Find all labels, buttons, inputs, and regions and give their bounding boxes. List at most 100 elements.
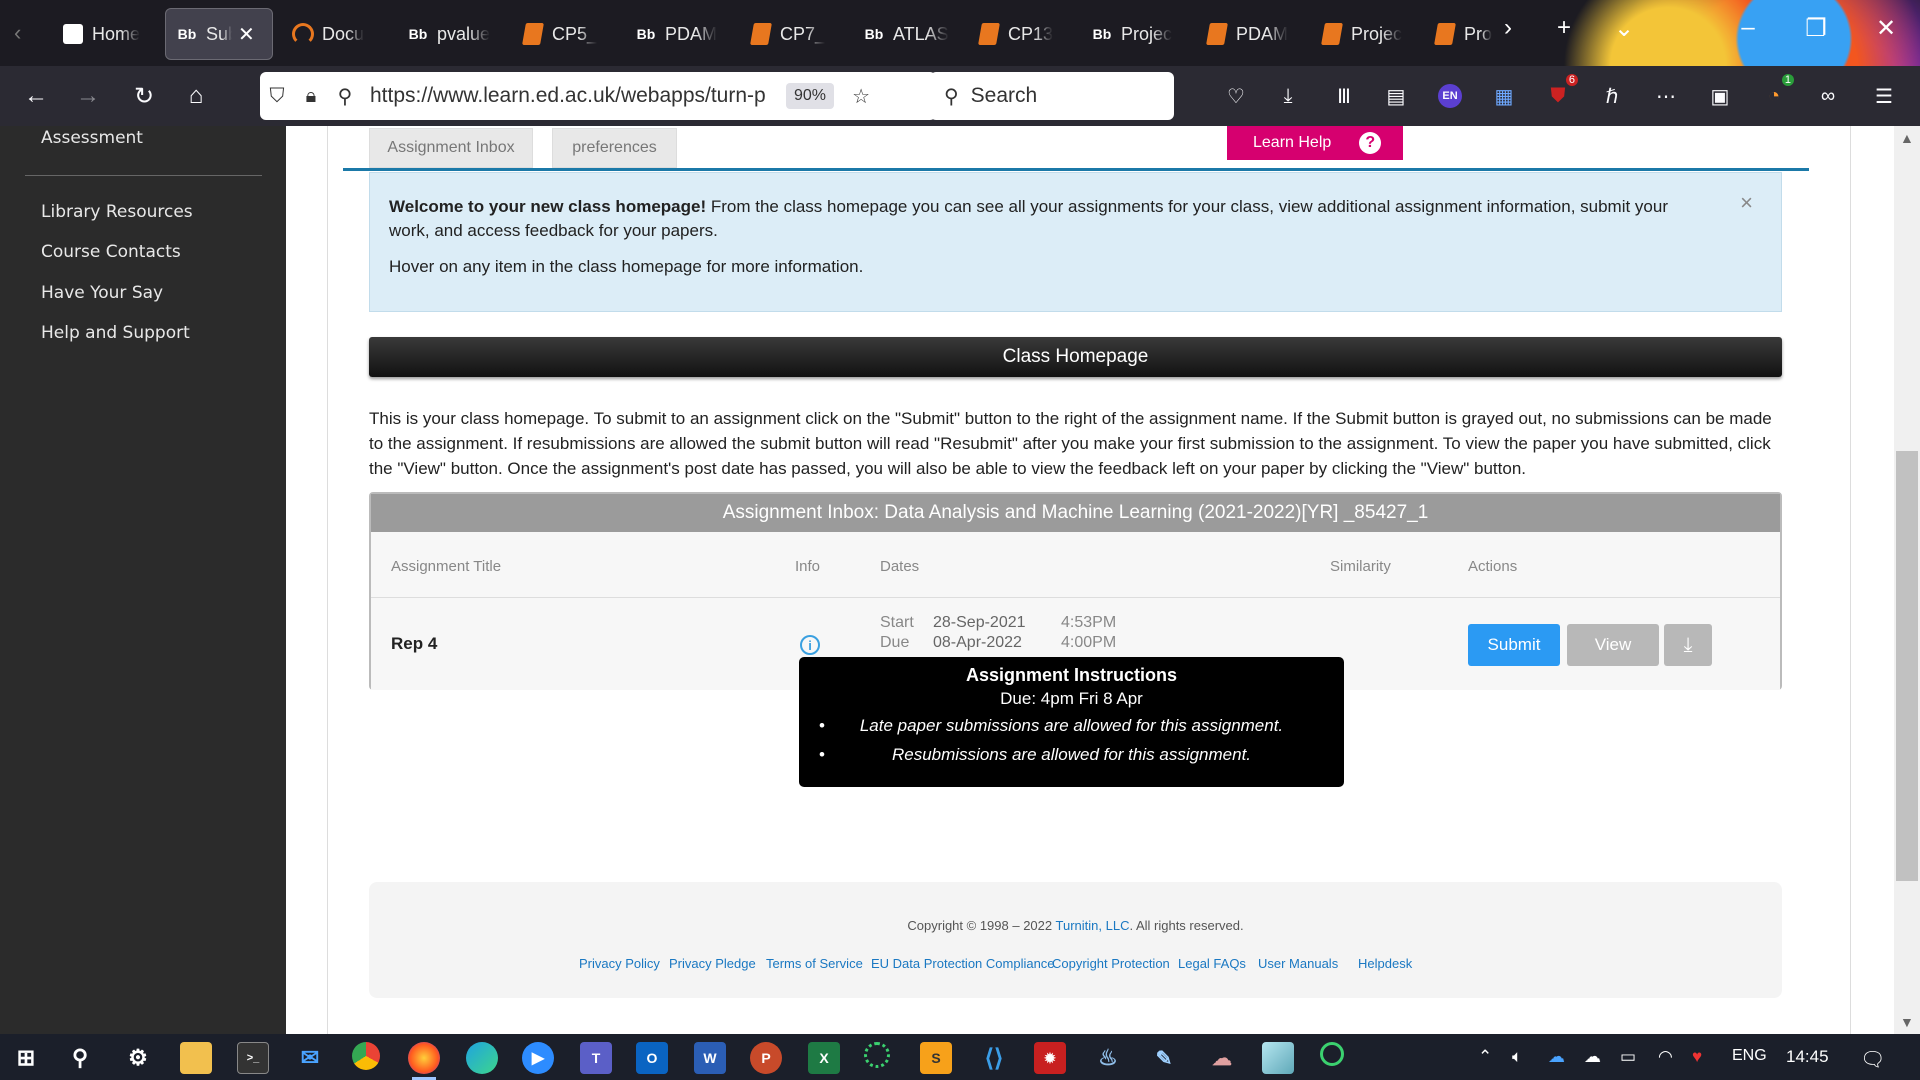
glasses-extension-icon[interactable]: ∞ [1812,80,1844,112]
minimize-icon[interactable]: – [1728,14,1768,42]
turnitin-link[interactable]: Turnitin, LLC [1056,918,1130,933]
excel-icon[interactable]: X [808,1042,840,1074]
browser-tab-active[interactable]: Bb Sub ✕ [165,8,273,60]
library-icon[interactable]: Ⅲ [1328,80,1360,112]
browser-tab[interactable]: CP7_ [740,8,848,60]
menu-icon[interactable]: ☰ [1868,80,1900,112]
tab-close-icon[interactable]: ✕ [238,22,255,47]
footer-link-privacy-policy[interactable]: Privacy Policy [579,956,660,971]
url-text[interactable]: https://www.learn.ed.ac.uk/webapps/turn-… [370,84,780,108]
view-button[interactable]: View [1567,624,1659,666]
sidebar-item-help-and-support[interactable]: Help and Support [41,323,190,343]
browser-tab[interactable]: Docu [282,8,392,60]
translate-extension-icon[interactable]: EN [1434,80,1466,112]
vscode-icon[interactable]: ⟨⟩ [978,1042,1010,1074]
restore-icon[interactable]: ❐ [1796,14,1836,43]
tab-preferences[interactable]: preferences [552,128,677,168]
zoom-level-badge[interactable]: 90% [786,83,835,109]
reload-icon[interactable]: ↻ [126,78,162,114]
permissions-icon[interactable]: ⚲ [328,84,362,109]
search-icon[interactable]: ⚲ [64,1042,96,1074]
cloud-error-icon[interactable]: ☁ [1584,1047,1601,1067]
browser-tab[interactable]: Bb pvalue [397,8,505,60]
browser-tab[interactable]: CP5_ [512,8,620,60]
browser-tab[interactable]: Bb ATLAS [853,8,961,60]
browser-tab[interactable]: CP13 [968,8,1076,60]
firefox-icon[interactable] [408,1042,440,1080]
browser-tab[interactable]: Bb Projec [1081,8,1189,60]
tray-chevron-icon[interactable]: ⌃ [1478,1047,1492,1067]
wifi-icon[interactable]: ◠ [1658,1047,1673,1067]
paint-icon[interactable]: ✎ [1148,1042,1180,1074]
footer-link-helpdesk[interactable]: Helpdesk [1358,956,1412,971]
more-extension-icon[interactable]: ⋯ [1650,80,1682,112]
chrome-icon[interactable] [352,1042,380,1070]
info-icon[interactable]: i [800,635,820,655]
rss-extension-icon[interactable]: ◔ 1 [1758,74,1794,112]
sidebar-item-have-your-say[interactable]: Have Your Say [41,283,163,303]
learn-help-button[interactable]: Learn Help ? [1227,126,1403,160]
calculator-extension-icon[interactable]: ▣ [1704,80,1736,112]
search-input[interactable]: Search [971,84,1038,108]
footer-link-user-manuals[interactable]: User Manuals [1258,956,1338,971]
tab-assignment-inbox[interactable]: Assignment Inbox [369,128,533,168]
sidebar-item-course-contacts[interactable]: Course Contacts [41,242,181,262]
sublime-icon[interactable]: S [920,1042,952,1074]
pocket-icon[interactable]: ♡ [1220,80,1252,112]
search-bar[interactable]: ⚲ Search [930,72,1174,120]
tab-list-chevron-icon[interactable]: ⌄ [1604,14,1644,43]
file-explorer-icon[interactable] [180,1042,212,1074]
footer-link-privacy-pledge[interactable]: Privacy Pledge [669,956,756,971]
ublock-icon[interactable]: ⛊ 6 [1542,74,1578,112]
mail-icon[interactable]: ✉ [294,1042,326,1074]
bookmark-star-icon[interactable]: ☆ [844,84,878,109]
steam-icon[interactable]: ♨ [1092,1042,1124,1074]
close-icon[interactable]: × [1740,191,1753,215]
onedrive-icon[interactable]: ☁ [1548,1047,1565,1067]
browser-tab[interactable]: PDAM [1196,8,1304,60]
page-scrollbar[interactable]: ▲ ▼ [1894,126,1920,1034]
tab-scroll-right-icon[interactable]: › [1488,14,1528,42]
clock[interactable]: 14:45 [1786,1047,1829,1067]
url-bar[interactable]: ⛉ 🔒︎ ⚲ https://www.learn.ed.ac.uk/webapp… [260,72,936,120]
lock-icon[interactable]: 🔒︎ [294,85,328,108]
footer-link-eu-data-protection[interactable]: EU Data Protection Compliance [871,956,1055,971]
gear-app-icon[interactable]: ✹ [1034,1042,1066,1074]
language-indicator[interactable]: ENG [1732,1047,1767,1065]
browser-tab[interactable]: Bb PDAM [625,8,733,60]
back-icon[interactable]: ← [18,78,54,114]
reader-view-icon[interactable]: ▤ [1380,80,1412,112]
volume-muted-icon[interactable]: 🔈︎ [1512,1047,1522,1067]
footer-link-copyright-protection[interactable]: Copyright Protection [1052,956,1170,971]
settings-gear-icon[interactable]: ⚙ [122,1042,154,1074]
word-icon[interactable]: W [694,1042,726,1074]
outlook-icon[interactable]: O [636,1042,668,1074]
download-button[interactable]: ⤓ [1664,624,1712,666]
health-app-icon[interactable]: ♥ [1692,1047,1702,1067]
submit-button[interactable]: Submit [1468,624,1560,666]
brain-app-icon[interactable]: ☁ [1206,1042,1238,1074]
forward-icon[interactable]: → [70,78,106,114]
new-tab-icon[interactable]: + [1544,14,1584,42]
footer-link-legal-faqs[interactable]: Legal FAQs [1178,956,1246,971]
notepad-icon[interactable] [1262,1042,1294,1074]
teams-icon[interactable]: T [580,1042,612,1074]
sidebar-item-assessment[interactable]: Assessment [41,128,143,148]
home-icon[interactable]: ⌂ [178,78,214,114]
extension-k-icon[interactable]: ℏ [1596,80,1628,112]
zoom-icon[interactable]: ▶ [522,1042,554,1074]
sidebar-item-library-resources[interactable]: Library Resources [41,202,193,222]
shield-icon[interactable]: ⛉ [260,85,294,108]
battery-icon[interactable]: ▭ [1620,1047,1636,1067]
tab-scroll-left-icon[interactable]: ‹ [14,20,21,46]
downloads-icon[interactable]: ⤓ [1272,80,1304,112]
edge-icon[interactable] [466,1042,498,1074]
scroll-thumb[interactable] [1896,451,1918,881]
browser-tab[interactable]: Projec [1311,8,1419,60]
windows-start-icon[interactable]: ⊞ [10,1042,42,1074]
browser-tab[interactable]: Home [52,8,164,60]
powerpoint-icon[interactable]: P [750,1042,782,1074]
grid-extension-icon[interactable]: ▦ [1488,80,1520,112]
close-window-icon[interactable]: ✕ [1866,14,1906,43]
loading-app-icon[interactable] [864,1042,890,1068]
